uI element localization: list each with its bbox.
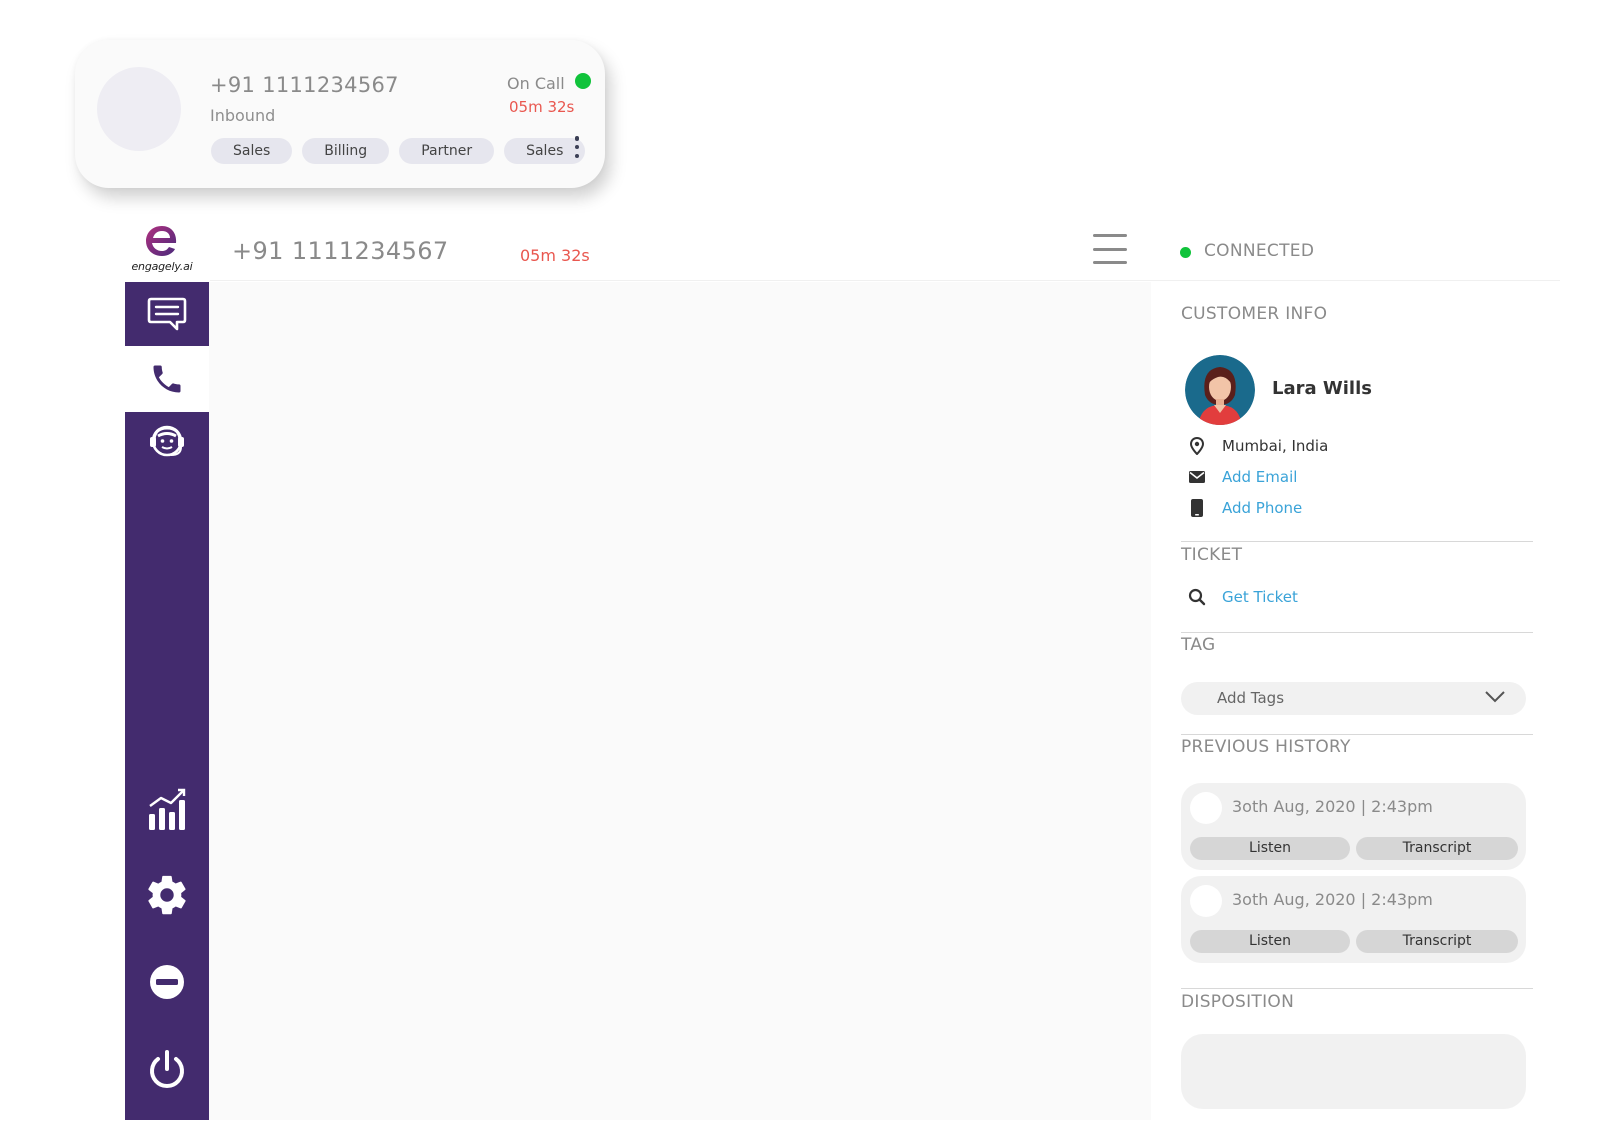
call-card: +91 1111234567 Inbound On Call 05m 32s S… (75, 40, 605, 188)
call-status-dot (575, 73, 591, 89)
brand-name: engagely.ai (131, 260, 193, 273)
active-call-timer: 05m 32s (520, 246, 590, 265)
more-options-icon[interactable] (572, 136, 582, 158)
section-divider (1181, 541, 1533, 542)
chat-bubble-icon (147, 297, 187, 331)
caller-number: +91 1111234567 (210, 73, 399, 97)
customer-location-row: Mumbai, India (1188, 436, 1328, 456)
history-item: 3oth Aug, 2020 | 2:43pm Listen Transcrip… (1181, 783, 1526, 870)
sidebar-item-settings[interactable] (125, 869, 209, 921)
power-icon (150, 1050, 184, 1088)
ticket-row: Get Ticket (1188, 587, 1298, 607)
customer-email-row: Add Email (1188, 467, 1297, 487)
call-timer: 05m 32s (509, 98, 575, 116)
sidebar-item-chat[interactable] (125, 282, 209, 346)
call-status: On Call (507, 74, 565, 93)
call-tag[interactable]: Partner (399, 138, 495, 164)
add-phone-link[interactable]: Add Phone (1222, 499, 1302, 517)
sidebar-item-phone[interactable] (125, 346, 209, 412)
minus-circle-icon (150, 965, 184, 999)
avatar (1185, 355, 1255, 425)
customer-panel: CUSTOMER INFO Lara Wills Mumbai, India A… (1152, 282, 1564, 1122)
sidebar-item-logout[interactable] (125, 1045, 209, 1095)
gear-icon (148, 875, 186, 915)
phone-icon (153, 365, 181, 393)
caller-avatar (97, 67, 181, 151)
customer-info-title: CUSTOMER INFO (1181, 304, 1328, 324)
section-divider (1181, 734, 1533, 735)
envelope-icon (1188, 468, 1206, 486)
customer-avatar-icon (1185, 355, 1255, 425)
mobile-phone-icon (1188, 499, 1206, 517)
chevron-down-icon (1485, 691, 1505, 703)
call-tag[interactable]: Billing (302, 138, 390, 164)
history-avatar (1190, 885, 1222, 917)
call-direction: Inbound (210, 106, 276, 125)
menu-icon[interactable] (1093, 234, 1127, 264)
history-date: 3oth Aug, 2020 | 2:43pm (1232, 890, 1433, 909)
headset-agent-icon (150, 425, 184, 457)
previous-history-title: PREVIOUS HISTORY (1181, 737, 1351, 757)
add-email-link[interactable]: Add Email (1222, 468, 1297, 486)
main-content-area (209, 282, 1151, 1120)
customer-location: Mumbai, India (1222, 437, 1329, 455)
connection-status-dot (1180, 247, 1191, 258)
section-divider (1181, 632, 1533, 633)
customer-name: Lara Wills (1272, 378, 1372, 399)
get-ticket-link[interactable]: Get Ticket (1222, 588, 1298, 606)
sidebar-item-status[interactable] (125, 959, 209, 1005)
section-divider (1181, 988, 1533, 989)
search-icon (1188, 588, 1206, 606)
connection-status: CONNECTED (1204, 241, 1315, 261)
call-tag[interactable]: Sales (211, 138, 293, 164)
listen-button[interactable]: Listen (1190, 837, 1350, 860)
tag-title: TAG (1181, 635, 1216, 655)
ticket-title: TICKET (1181, 545, 1243, 565)
add-tags-placeholder: Add Tags (1217, 689, 1285, 707)
history-item: 3oth Aug, 2020 | 2:43pm Listen Transcrip… (1181, 876, 1526, 963)
engagely-logo: engagely.ai (126, 222, 198, 273)
transcript-button[interactable]: Transcript (1356, 930, 1518, 953)
bar-chart-icon (149, 788, 186, 830)
sidebar-item-agent[interactable] (125, 416, 209, 466)
location-pin-icon (1188, 437, 1206, 455)
disposition-title: DISPOSITION (1181, 992, 1295, 1012)
engagely-logo-mark (146, 226, 177, 256)
disposition-field[interactable] (1181, 1034, 1526, 1109)
transcript-button[interactable]: Transcript (1356, 837, 1518, 860)
listen-button[interactable]: Listen (1190, 930, 1350, 953)
active-call-number: +91 1111234567 (232, 237, 449, 265)
topbar-divider (210, 280, 1560, 281)
customer-phone-row: Add Phone (1188, 498, 1302, 518)
sidebar (125, 282, 209, 1120)
add-tags-select[interactable]: Add Tags (1181, 682, 1526, 715)
sidebar-item-analytics[interactable] (125, 784, 209, 834)
history-date: 3oth Aug, 2020 | 2:43pm (1232, 797, 1433, 816)
call-tags: Sales Billing Partner Sales (211, 138, 586, 164)
history-avatar (1190, 792, 1222, 824)
